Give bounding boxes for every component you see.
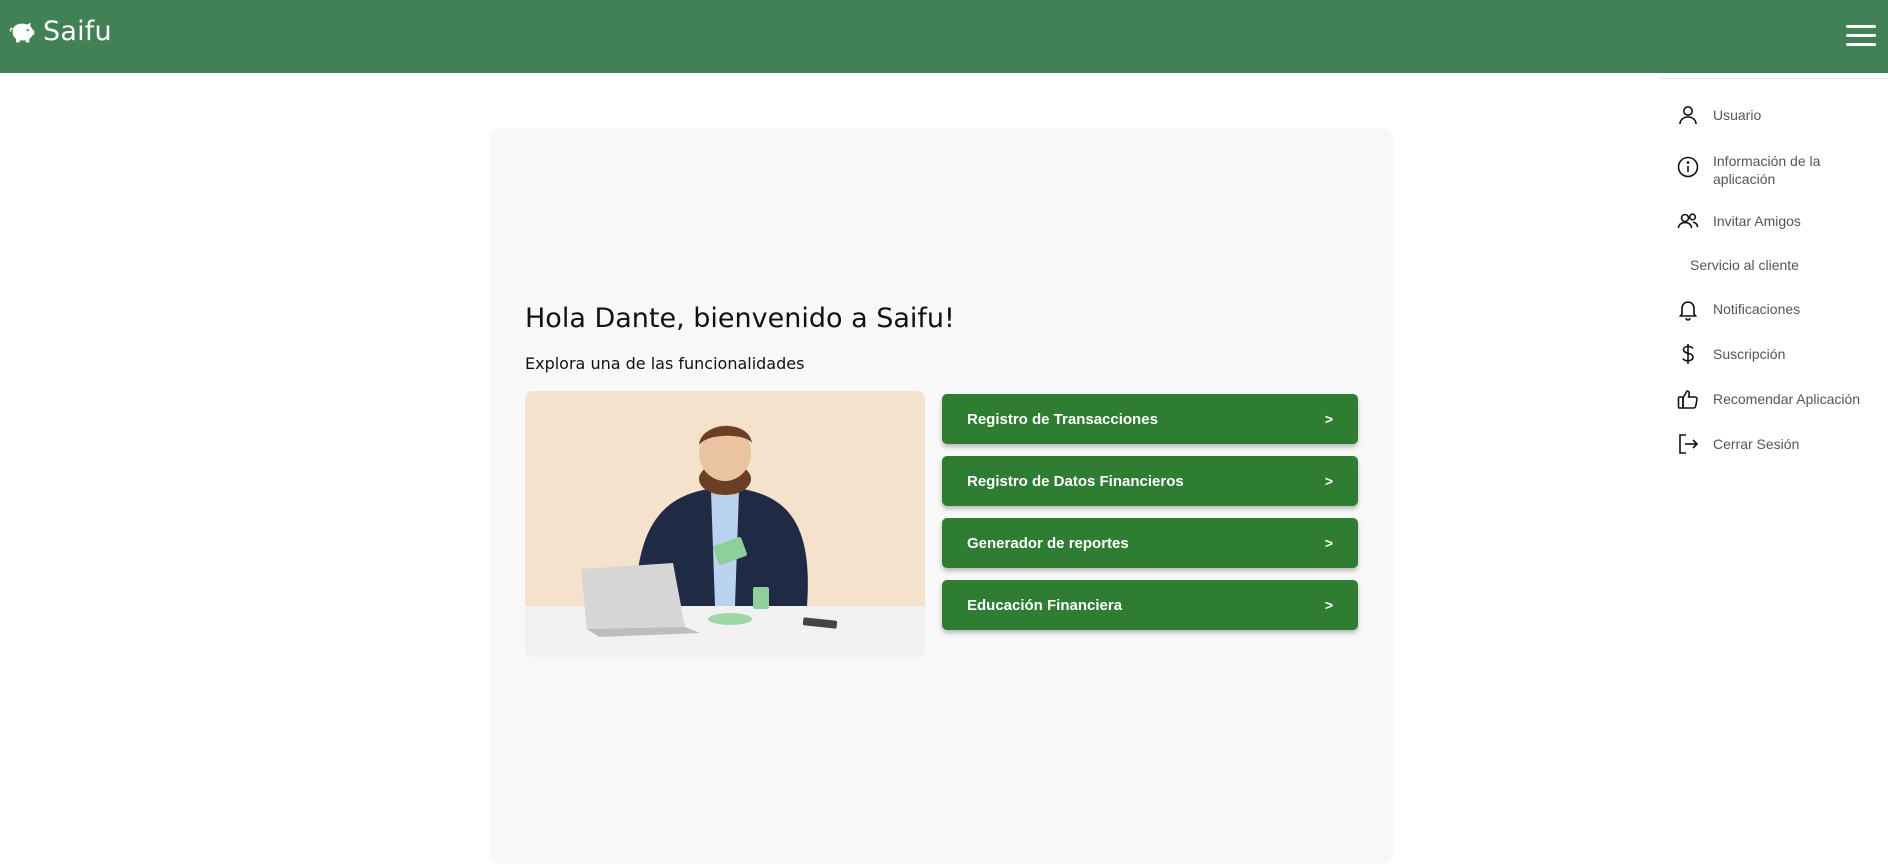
registro-datos-financieros-button[interactable]: Registro de Datos Financieros > — [942, 456, 1358, 506]
piggy-bank-icon — [9, 22, 35, 42]
user-icon — [1679, 106, 1697, 125]
feature-label: Generador de reportes — [967, 534, 1129, 552]
menu-item-cerrar-sesion[interactable]: Cerrar Sesión — [1676, 432, 1799, 456]
feature-label: Registro de Transacciones — [967, 410, 1158, 428]
menu-item-label: Notificaciones — [1713, 301, 1801, 317]
menu-item-label: Información de la aplicación — [1713, 153, 1821, 187]
side-menu: Usuario Información de la aplicación Inv… — [1660, 78, 1888, 478]
menu-item-label: Usuario — [1713, 107, 1762, 123]
brand-link[interactable]: Saifu — [7, 16, 112, 47]
dollar-icon — [1682, 344, 1694, 364]
menu-item-notificaciones[interactable]: Notificaciones — [1676, 297, 1800, 321]
top-navbar: Saifu — [0, 0, 1888, 73]
users-icon — [1677, 213, 1699, 229]
generador-reportes-button[interactable]: Generador de reportes > — [942, 518, 1358, 568]
menu-item-label: Recomendar Aplicación — [1713, 391, 1861, 407]
hero-image — [525, 391, 925, 657]
chevron-right-icon: > — [1324, 597, 1333, 613]
menu-item-usuario[interactable]: Usuario — [1676, 103, 1761, 127]
main-card: Hola Dante, bienvenido a Saifu! Explora … — [490, 128, 1393, 864]
registro-transacciones-button[interactable]: Registro de Transacciones > — [942, 394, 1358, 444]
thumbs-up-icon — [1677, 390, 1698, 409]
logout-icon — [1679, 434, 1699, 454]
page-subtitle: Explora una de las funcionalidades — [525, 354, 805, 373]
menu-item-label: Servicio al cliente — [1690, 257, 1799, 273]
page-title: Hola Dante, bienvenido a Saifu! — [525, 303, 955, 334]
menu-item-servicio-cliente[interactable]: Servicio al cliente — [1690, 253, 1799, 274]
menu-item-label: Cerrar Sesión — [1713, 436, 1800, 452]
chevron-right-icon: > — [1324, 473, 1333, 489]
menu-item-label: Suscripción — [1713, 346, 1786, 362]
educacion-financiera-button[interactable]: Educación Financiera > — [942, 580, 1358, 630]
bell-icon — [1678, 301, 1698, 321]
menu-item-suscripcion[interactable]: Suscripción — [1676, 342, 1785, 366]
feature-label: Educación Financiera — [967, 596, 1123, 614]
feature-list: Registro de Transacciones > Registro de … — [942, 394, 1358, 642]
info-icon — [1677, 156, 1699, 178]
menu-item-informacion[interactable]: Información de la aplicación — [1676, 149, 1833, 188]
man-with-money-illustration — [525, 391, 925, 657]
menu-item-recomendar[interactable]: Recomendar Aplicación — [1676, 387, 1860, 411]
hamburger-menu-icon[interactable] — [1846, 25, 1876, 47]
brand-name: Saifu — [43, 16, 112, 47]
chevron-right-icon: > — [1324, 535, 1333, 551]
menu-item-label: Invitar Amigos — [1713, 213, 1801, 229]
feature-label: Registro de Datos Financieros — [967, 472, 1184, 490]
menu-item-invitar-amigos[interactable]: Invitar Amigos — [1676, 209, 1801, 233]
chevron-right-icon: > — [1324, 411, 1333, 427]
